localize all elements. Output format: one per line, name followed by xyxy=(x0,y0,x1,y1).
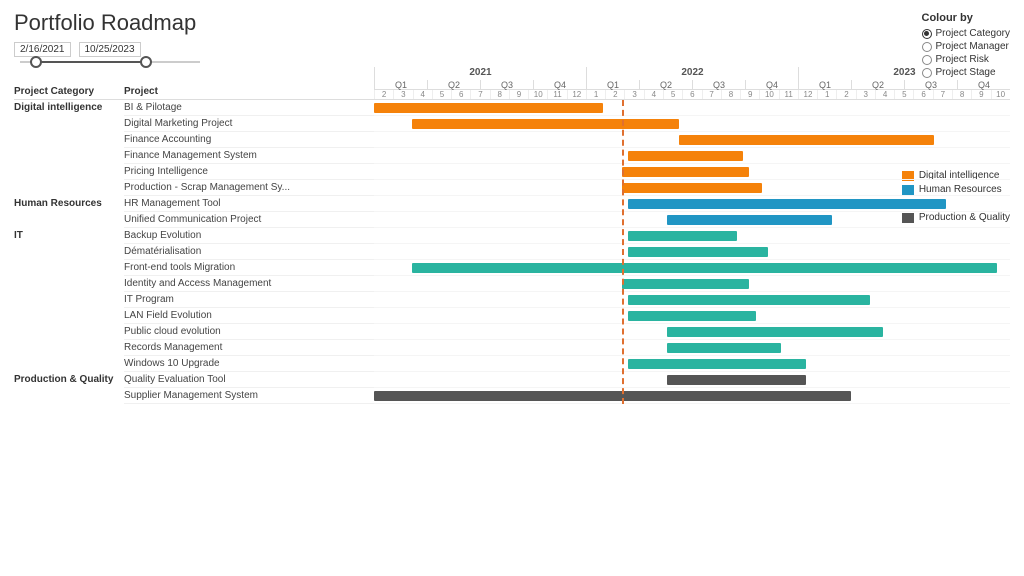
project-scrap: Production - Scrap Management Sy... xyxy=(124,180,374,196)
gantt-row-scrap xyxy=(374,180,1010,196)
gantt-row-identity xyxy=(374,276,1010,292)
gantt-row-bi xyxy=(374,100,1010,116)
project-list: Digital intelligence BI & Pilotage Digit… xyxy=(14,100,374,404)
bar-supplier xyxy=(374,391,851,401)
project-hr-tool: HR Management Tool xyxy=(124,196,374,212)
bar-it-program xyxy=(628,295,870,305)
bar-records xyxy=(667,343,781,353)
project-demat: Dématérialisation xyxy=(124,244,374,260)
gantt-row-it-program xyxy=(374,292,1010,308)
gantt-row-finance-accounting xyxy=(374,132,1010,148)
quarter-row: Q1 Q2 Q3 Q4 Q1 Q2 Q3 Q4 Q1 Q2 Q3 Q4 xyxy=(374,80,1010,90)
date-slider[interactable] xyxy=(14,61,254,63)
project-finance-mgmt: Finance Management System xyxy=(124,148,374,164)
gantt-row-digital-marketing xyxy=(374,116,1010,132)
category-it: IT Backup Evolution Dématérialisation Fr… xyxy=(14,228,374,372)
radio-project-category[interactable]: Project Category xyxy=(922,28,1010,39)
project-lan: LAN Field Evolution xyxy=(124,308,374,324)
gantt-bars xyxy=(374,100,1010,404)
radio-project-risk[interactable]: Project Risk xyxy=(922,54,1010,65)
left-panel: Project Category Project Digital intelli… xyxy=(14,67,374,404)
bar-bi xyxy=(374,103,603,113)
gantt-row-comm xyxy=(374,212,1010,228)
project-supplier: Supplier Management System xyxy=(124,388,374,404)
bar-finance-accounting xyxy=(679,135,933,145)
bar-lan xyxy=(628,311,755,321)
gantt-area: 2021 2022 2023 Q1 Q2 Q3 Q4 Q1 Q2 Q3 Q4 Q… xyxy=(374,67,1010,404)
project-digital-marketing: Digital Marketing Project xyxy=(124,116,374,132)
bar-windows xyxy=(628,359,806,369)
category-digital: Digital intelligence BI & Pilotage Digit… xyxy=(14,100,374,196)
project-it-program: IT Program xyxy=(124,292,374,308)
project-identity: Identity and Access Management xyxy=(124,276,374,292)
gantt-row-cloud xyxy=(374,324,1010,340)
bar-backup xyxy=(628,231,736,241)
bar-identity xyxy=(622,279,749,289)
project-quality: Quality Evaluation Tool xyxy=(124,372,374,388)
bar-scrap xyxy=(622,183,762,193)
gantt-row-quality xyxy=(374,372,1010,388)
content-area: Project Category Project Digital intelli… xyxy=(14,67,1010,404)
month-row: 2 3 4 5 6 7 8 9 10 11 12 1 2 3 4 5 6 xyxy=(374,90,1010,100)
gantt-row-records xyxy=(374,340,1010,356)
bar-frontend xyxy=(412,263,997,273)
gantt-row-frontend xyxy=(374,260,1010,276)
project-bi: BI & Pilotage xyxy=(124,100,374,116)
bar-hr-tool xyxy=(628,199,946,209)
project-comm: Unified Communication Project xyxy=(124,212,374,228)
bar-pricing xyxy=(622,167,749,177)
radio-project-manager[interactable]: Project Manager xyxy=(922,41,1010,52)
main-container: Portfolio Roadmap 2/16/2021 10/25/2023 C… xyxy=(0,0,1024,576)
project-finance-accounting: Finance Accounting xyxy=(124,132,374,148)
gantt-row-hr-tool xyxy=(374,196,1010,212)
bar-digital-marketing xyxy=(412,119,679,129)
project-windows: Windows 10 Upgrade xyxy=(124,356,374,372)
end-date[interactable]: 10/25/2023 xyxy=(79,42,141,57)
gantt-row-supplier xyxy=(374,388,1010,404)
project-pricing: Pricing Intelligence xyxy=(124,164,374,180)
bar-cloud xyxy=(667,327,883,337)
category-hr: Human Resources HR Management Tool Unifi… xyxy=(14,196,374,228)
gantt-row-finance-mgmt xyxy=(374,148,1010,164)
project-records: Records Management xyxy=(124,340,374,356)
project-frontend: Front-end tools Migration xyxy=(124,260,374,276)
gantt-row-demat xyxy=(374,244,1010,260)
bar-demat xyxy=(628,247,768,257)
project-backup: Backup Evolution xyxy=(124,228,374,244)
start-date[interactable]: 2/16/2021 xyxy=(14,42,71,57)
gantt-row-lan xyxy=(374,308,1010,324)
bar-comm xyxy=(667,215,832,225)
today-line xyxy=(622,100,624,404)
gantt-row-windows xyxy=(374,356,1010,372)
gantt-row-backup xyxy=(374,228,1010,244)
gantt-row-pricing xyxy=(374,164,1010,180)
category-pq: Production & Quality Quality Evaluation … xyxy=(14,372,374,404)
page-title: Portfolio Roadmap xyxy=(14,10,1010,36)
colour-by-title: Colour by xyxy=(922,12,1010,24)
project-cloud: Public cloud evolution xyxy=(124,324,374,340)
project-header: Project xyxy=(124,86,374,97)
year-row: 2021 2022 2023 xyxy=(374,67,1010,80)
category-header: Project Category xyxy=(14,86,124,97)
bar-quality xyxy=(667,375,807,385)
bar-finance-mgmt xyxy=(628,151,742,161)
